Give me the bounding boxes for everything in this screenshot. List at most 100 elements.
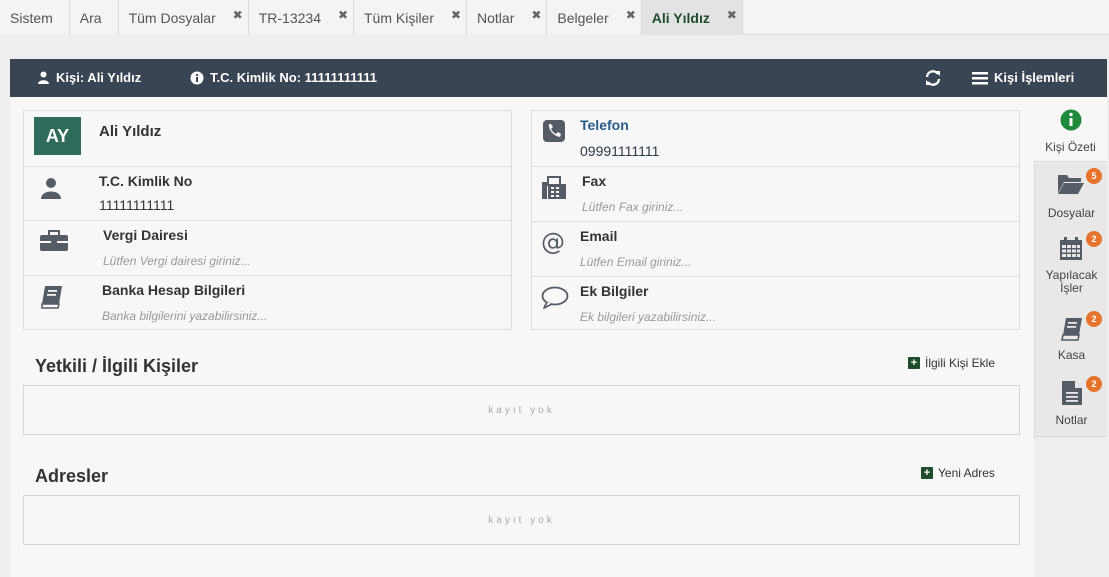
- bank-input[interactable]: Banka bilgilerini yazabilirsiniz...: [102, 309, 267, 323]
- fax-row: Fax Lütfen Fax giriniz...: [532, 166, 1019, 221]
- tab-tum-kisiler[interactable]: Tüm Kişiler ✖: [354, 0, 468, 35]
- at-icon: @: [541, 228, 565, 256]
- tab-label: Ali Yıldız: [651, 9, 710, 26]
- tc-value[interactable]: 11111111111: [99, 197, 174, 213]
- avatar: AY: [34, 117, 81, 155]
- book-icon: [1061, 318, 1082, 341]
- extra-label: Ek Bilgiler: [580, 283, 649, 299]
- close-icon[interactable]: ✖: [338, 8, 348, 22]
- person-header-bar: Kişi: Ali Yıldız T.C. Kimlik No: 1111111…: [10, 59, 1107, 97]
- phone-row: Telefon 09991111111: [532, 111, 1019, 166]
- email-label: Email: [580, 228, 618, 244]
- refresh-icon: [925, 70, 941, 86]
- tab-label: Sistem: [10, 9, 53, 26]
- header-person: Kişi: Ali Yıldız: [37, 70, 141, 85]
- briefcase-icon: [40, 230, 68, 251]
- contact-info-card: Telefon 09991111111 Fax Lütfen Fax girin…: [531, 110, 1020, 330]
- sidebar-label: Kasa: [1057, 348, 1086, 362]
- tab-ara[interactable]: Ara: [69, 0, 119, 35]
- tc-row: T.C. Kimlik No 11111111111: [24, 166, 511, 220]
- add-related-person-button[interactable]: + İlgili Kişi Ekle: [908, 356, 995, 370]
- user-icon: [41, 178, 61, 199]
- addresses-title: Adresler: [35, 466, 109, 486]
- person-operations-button[interactable]: Kişi İşlemleri: [972, 70, 1074, 85]
- user-icon: [38, 71, 49, 84]
- tab-label: Belgeler: [557, 9, 609, 26]
- add-address-label: Yeni Adres: [938, 466, 995, 480]
- add-address-button[interactable]: + Yeni Adres: [921, 466, 995, 480]
- close-icon[interactable]: ✖: [451, 8, 461, 22]
- bank-row: Banka Hesap Bilgileri Banka bilgilerini …: [24, 275, 511, 330]
- fax-icon: [542, 176, 566, 199]
- comment-icon: [541, 286, 569, 309]
- name-row: AY Ali Yıldız: [24, 111, 511, 166]
- tab-label: Tüm Kişiler: [364, 9, 435, 26]
- fax-input[interactable]: Lütfen Fax giriniz...: [582, 200, 683, 214]
- person-summary-panel: AY Ali Yıldız T.C. Kimlik No 11111111111…: [10, 97, 1034, 577]
- sidebar-item-todos[interactable]: 2 Yapılacak İşler: [1034, 231, 1107, 311]
- plus-icon: +: [908, 357, 920, 369]
- refresh-button[interactable]: [924, 69, 942, 87]
- addresses-list: kayıt yok: [23, 495, 1020, 545]
- notes-badge: 2: [1086, 376, 1102, 392]
- phone-icon: [543, 120, 565, 142]
- tab-belgeler[interactable]: Belgeler ✖: [547, 0, 642, 35]
- tab-label: Ara: [79, 9, 102, 26]
- tab-notlar[interactable]: Notlar ✖: [467, 0, 548, 35]
- sidebar-label: Kişi Özeti: [1045, 140, 1096, 154]
- right-sidebar: Kişi Özeti 5 Dosyalar 2 Yapılacak İşler …: [1034, 97, 1107, 577]
- related-persons-title: Yetkili / İlgili Kişiler: [35, 356, 199, 376]
- tab-sistem[interactable]: Sistem: [0, 0, 70, 35]
- close-icon[interactable]: ✖: [531, 8, 541, 22]
- calendar-icon: [1060, 237, 1082, 260]
- document-icon: [1062, 381, 1082, 405]
- extra-input[interactable]: Ek bilgileri yazabilirsiniz...: [580, 310, 716, 324]
- book-icon: [41, 286, 62, 309]
- email-row: @ Email Lütfen Email giriniz...: [532, 221, 1019, 276]
- files-badge: 5: [1086, 168, 1102, 184]
- header-tc-label: T.C. Kimlik No: 11111111111: [210, 70, 377, 85]
- header-person-label: Kişi: Ali Yıldız: [56, 70, 142, 85]
- folder-open-icon: [1058, 175, 1084, 194]
- person-operations-label: Kişi İşlemleri: [994, 70, 1075, 85]
- cash-badge: 2: [1086, 311, 1102, 327]
- empty-state-text: kayıt yok: [488, 404, 555, 416]
- tab-ali-yildiz[interactable]: Ali Yıldız ✖: [641, 0, 743, 35]
- sidebar-label: Dosyalar: [1047, 206, 1096, 220]
- person-info-card: AY Ali Yıldız T.C. Kimlik No 11111111111…: [23, 110, 512, 330]
- tc-label: T.C. Kimlik No: [99, 173, 193, 189]
- plus-icon: +: [921, 467, 933, 479]
- close-icon[interactable]: ✖: [727, 8, 737, 22]
- sidebar-item-cash[interactable]: 2 Kasa: [1034, 311, 1107, 373]
- tab-tr-13234[interactable]: TR-13234 ✖: [248, 0, 354, 35]
- person-name: Ali Yıldız: [99, 123, 162, 140]
- info-icon: [190, 71, 204, 84]
- close-icon[interactable]: ✖: [233, 8, 243, 22]
- menu-icon: [972, 71, 988, 84]
- phone-value[interactable]: 09991111111: [580, 143, 659, 159]
- tax-row: Vergi Dairesi Lütfen Vergi dairesi girin…: [24, 220, 511, 275]
- header-tc: T.C. Kimlik No: 11111111111: [190, 70, 377, 85]
- close-icon[interactable]: ✖: [626, 8, 636, 22]
- tab-label: Tüm Dosyalar: [128, 9, 216, 26]
- tab-bar: Sistem Ara Tüm Dosyalar ✖ TR-13234 ✖ Tüm K…: [0, 0, 1109, 35]
- email-input[interactable]: Lütfen Email giriniz...: [580, 255, 691, 269]
- tab-label: Notlar: [477, 9, 515, 26]
- tab-label: TR-13234: [258, 9, 321, 26]
- todos-badge: 2: [1086, 231, 1102, 247]
- sidebar-label: İşler: [1060, 281, 1083, 295]
- phone-label: Telefon: [580, 117, 629, 133]
- empty-state-text: kayıt yok: [488, 514, 555, 526]
- fax-label: Fax: [582, 173, 607, 189]
- sidebar-item-files[interactable]: 5 Dosyalar: [1034, 163, 1107, 231]
- add-related-person-label: İlgili Kişi Ekle: [925, 356, 996, 370]
- extra-row: Ek Bilgiler Ek bilgileri yazabilirsiniz.…: [532, 276, 1019, 331]
- sidebar-item-notes[interactable]: 2 Notlar: [1034, 373, 1107, 437]
- bank-label: Banka Hesap Bilgileri: [102, 282, 246, 298]
- tab-tum-dosyalar[interactable]: Tüm Dosyalar ✖: [118, 0, 249, 35]
- info-circle-icon: [1060, 109, 1082, 131]
- tax-input[interactable]: Lütfen Vergi dairesi giriniz...: [103, 254, 251, 268]
- sidebar-label: Notlar: [1055, 413, 1088, 427]
- related-persons-list: kayıt yok: [23, 385, 1020, 435]
- sidebar-item-summary[interactable]: Kişi Özeti: [1034, 97, 1107, 162]
